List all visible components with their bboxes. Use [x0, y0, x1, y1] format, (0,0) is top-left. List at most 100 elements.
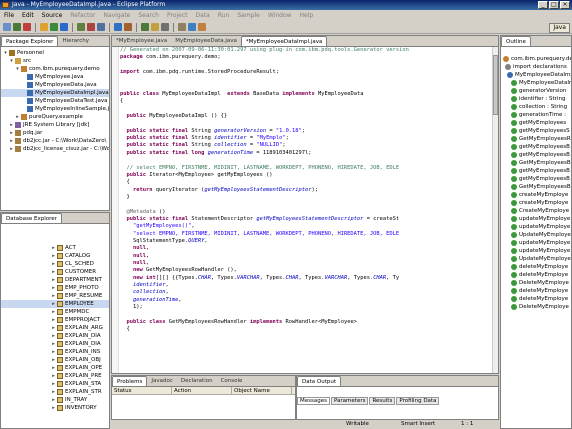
new-package-icon[interactable] — [87, 23, 95, 31]
database-table-item[interactable]: ▸ DEPARTMENT — [1, 276, 109, 284]
outline-item[interactable]: createMyEmploye — [501, 191, 571, 199]
expand-toggle-icon[interactable]: ▸ — [51, 364, 56, 372]
outline-item[interactable]: com.ibm.purequery.demo — [501, 55, 571, 63]
tab-database-0[interactable]: Database Explorer — [1, 213, 62, 223]
new-java-project-icon[interactable] — [77, 23, 85, 31]
expand-toggle-icon[interactable]: ▸ — [51, 244, 56, 252]
expand-toggle-icon[interactable]: ▸ — [51, 324, 56, 332]
outline-item[interactable]: getMyEmployeesB — [501, 167, 571, 175]
outline-item[interactable]: updateMyEmploye — [501, 247, 571, 255]
save-icon[interactable] — [13, 23, 21, 31]
tab-data-output[interactable]: Data Output — [297, 376, 341, 386]
outline-item[interactable]: DeleteMyEmploye — [501, 279, 571, 287]
outline-item[interactable]: deleteMyEmploye — [501, 295, 571, 303]
database-table-item[interactable]: ▸ EMP_RESUME — [1, 292, 109, 300]
subtab-messages[interactable]: Messages — [297, 397, 330, 405]
outline-item[interactable]: MyEmployeeDataImpl() — [501, 79, 571, 87]
expand-toggle-icon[interactable]: ▾ — [3, 49, 8, 57]
previous-annotation-icon[interactable] — [188, 23, 196, 31]
menu-sample[interactable]: Sample — [237, 12, 260, 19]
outline-item[interactable]: deleteMyEmploye — [501, 287, 571, 295]
menu-help[interactable]: Help — [300, 12, 314, 19]
expand-toggle-icon[interactable]: ▸ — [51, 308, 56, 316]
package-tree-item[interactable]: ▾ src — [1, 57, 109, 65]
print-icon[interactable] — [23, 23, 31, 31]
outline-item[interactable]: getMyEmployeesB — [501, 175, 571, 183]
outline-item[interactable]: UpdateMyEmploye — [501, 231, 571, 239]
perspective-java-button[interactable]: Java — [549, 23, 570, 33]
outline-item[interactable]: GetMyEmployeesR — [501, 135, 571, 143]
menu-search[interactable]: Search — [138, 12, 159, 19]
back-icon[interactable] — [141, 23, 149, 31]
database-table-item[interactable]: ▸ EMPLOYEE — [1, 300, 109, 308]
search-icon[interactable] — [124, 23, 132, 31]
outline-item[interactable]: updateMyEmploye — [501, 215, 571, 223]
minimize-button[interactable]: _ — [538, 1, 548, 9]
database-table-item[interactable]: ▸ EXPLAIN_INS — [1, 348, 109, 356]
tab-outline-0[interactable]: Outline — [501, 36, 531, 46]
expand-toggle-icon[interactable]: ▸ — [15, 113, 20, 121]
package-tree-item[interactable]: ▸ db2jcc_license_cisuz.jar - C:\Wo — [1, 145, 109, 153]
outline-item[interactable]: GetMyEmployeesB — [501, 183, 571, 191]
new-class-icon[interactable] — [97, 23, 105, 31]
database-table-item[interactable]: ▸ EXPLAIN_DIA — [1, 340, 109, 348]
database-table-item[interactable]: ▸ EXPLAIN_PRE — [1, 372, 109, 380]
package-tree-item[interactable]: MyEmployeeDataImpl.java — [1, 89, 109, 97]
package-tree-item[interactable]: ▾ Personnel — [1, 49, 109, 57]
menu-source[interactable]: Source — [42, 12, 63, 19]
new-icon[interactable] — [3, 23, 11, 31]
menu-navigate[interactable]: Navigate — [103, 12, 130, 19]
tab-bottom-3[interactable]: Console — [217, 376, 247, 386]
expand-toggle-icon[interactable]: ▸ — [51, 404, 56, 412]
menu-project[interactable]: Project — [167, 12, 188, 19]
scrollbar-thumb[interactable] — [493, 55, 498, 115]
tab-package-0[interactable]: Package Explorer — [1, 36, 59, 46]
column-header[interactable]: Action — [172, 387, 232, 394]
outline-item[interactable]: GetMyEmployeesB — [501, 159, 571, 167]
column-header[interactable]: Status — [112, 387, 172, 394]
expand-toggle-icon[interactable]: ▾ — [15, 65, 20, 73]
tab-editor-0[interactable]: *MyEmployee.java — [112, 36, 171, 46]
expand-toggle-icon[interactable]: ▸ — [51, 260, 56, 268]
expand-toggle-icon[interactable]: ▸ — [9, 121, 14, 129]
expand-toggle-icon[interactable]: ▸ — [51, 332, 56, 340]
outline-item[interactable]: deleteMyEmploye — [501, 271, 571, 279]
expand-toggle-icon[interactable]: ▸ — [51, 276, 56, 284]
last-edit-icon[interactable] — [161, 23, 169, 31]
outline-item[interactable]: getMyEmployeesB — [501, 151, 571, 159]
outline-item[interactable]: UpdateMyEmploye — [501, 255, 571, 263]
outline-item[interactable]: deleteMyEmploye — [501, 263, 571, 271]
expand-toggle-icon[interactable]: ▸ — [51, 348, 56, 356]
package-tree-item[interactable]: ▾ com.ibm.purequery.demo — [1, 65, 109, 73]
expand-toggle-icon[interactable]: ▸ — [51, 340, 56, 348]
package-tree-item[interactable]: MyEmployeeInlineSample.java — [1, 105, 109, 113]
run-icon[interactable] — [50, 23, 58, 31]
menu-edit[interactable]: Edit — [22, 12, 34, 19]
database-table-item[interactable]: ▸ CL_SCHED — [1, 260, 109, 268]
database-table-item[interactable]: ▸ CATALOG — [1, 252, 109, 260]
tab-editor-2[interactable]: *MyEmployeeDataImpl.java — [240, 36, 328, 46]
next-annotation-icon[interactable] — [178, 23, 186, 31]
expand-toggle-icon[interactable]: ▸ — [51, 316, 56, 324]
expand-toggle-icon[interactable]: ▸ — [51, 388, 56, 396]
expand-toggle-icon[interactable]: ▸ — [9, 145, 14, 153]
menu-file[interactable]: File — [4, 12, 14, 19]
outline-item[interactable]: DeleteMyEmploye — [501, 303, 571, 311]
database-table-item[interactable]: ▸ INVENTORY — [1, 404, 109, 412]
database-table-item[interactable]: ▸ EXPLAIN_DIA — [1, 332, 109, 340]
package-tree-item[interactable]: ▸ pdq.jar — [1, 129, 109, 137]
expand-toggle-icon[interactable]: ▸ — [9, 129, 14, 137]
editor-scrollbar[interactable] — [492, 47, 498, 373]
database-table-item[interactable]: ▸ EXPLAIN_OPE — [1, 364, 109, 372]
expand-toggle-icon[interactable]: ▾ — [9, 57, 14, 65]
code-body[interactable]: // Generated on 2007-09-06-11:30:01.297 … — [120, 47, 492, 373]
package-tree-item[interactable]: MyEmployee.java — [1, 73, 109, 81]
database-table-item[interactable]: ▸ EXPLAIN_STR — [1, 388, 109, 396]
package-tree-item[interactable]: MyEmployeeDataTest.java — [1, 97, 109, 105]
menu-data[interactable]: Data — [196, 12, 210, 19]
outline-item[interactable]: updateMyEmploye — [501, 223, 571, 231]
package-tree-item[interactable]: ▸ JRE System Library [jdk] — [1, 121, 109, 129]
package-tree-item[interactable]: MyEmployeeData.java — [1, 81, 109, 89]
close-button[interactable]: × — [560, 1, 570, 9]
outline-item[interactable]: getMyEmployeesB — [501, 143, 571, 151]
